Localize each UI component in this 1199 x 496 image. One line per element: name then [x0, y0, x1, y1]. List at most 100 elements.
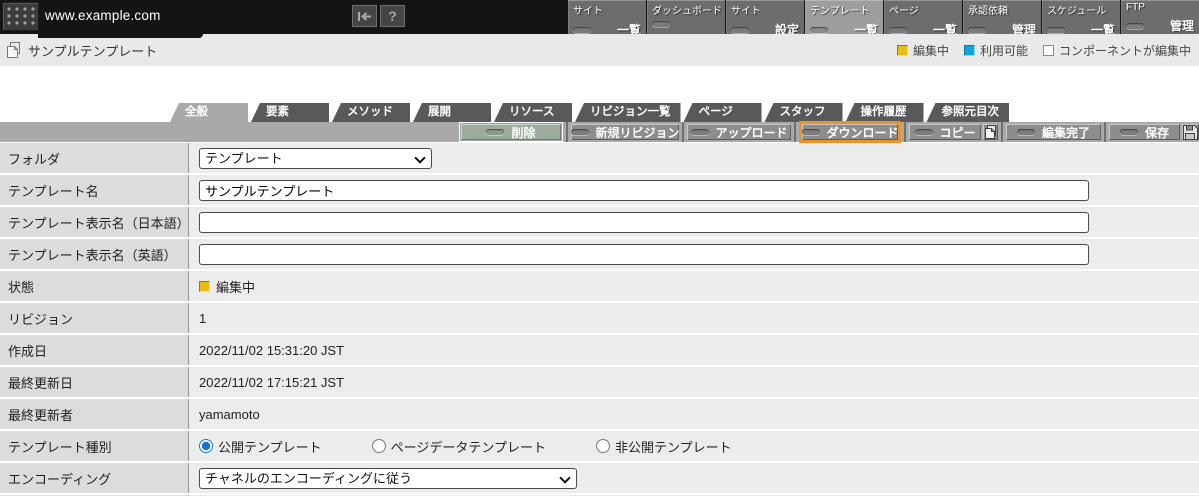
form-row-created: 作成日 2022/11/02 15:31:20 JST — [0, 335, 1199, 365]
form-row-template-type: テンプレート種別 公開テンプレート ページデータテンプレート 非公開テンプレート — [0, 431, 1199, 461]
private-template-radio[interactable] — [595, 439, 610, 453]
component-editing-status-swatch — [1042, 44, 1054, 56]
form-row-status: 状態 編集中 — [0, 271, 1199, 301]
action-toolbar: 削除 新規リビジョン アップロード ダウンロード コピー 編集完了 保存 — [0, 121, 1199, 143]
back-arrow-icon — [358, 11, 371, 21]
nav-ftp-management[interactable]: FTP 管理 — [1121, 0, 1199, 34]
toolbar-separator — [904, 122, 906, 142]
nav-dashboard[interactable]: ダッシュボード — [647, 0, 725, 34]
topbar-tab-shape — [38, 34, 203, 38]
template-name-label: テンプレート名 — [0, 175, 189, 205]
help-button[interactable]: ? — [380, 5, 405, 27]
tab-pages[interactable]: ページ — [683, 103, 762, 122]
status-editing-swatch — [199, 280, 210, 292]
radio-option-public-template[interactable]: 公開テンプレート — [199, 437, 322, 456]
delete-button-frame: 削除 — [459, 122, 563, 142]
form-row-updated: 最終更新日 2022/11/02 17:15:21 JST — [0, 367, 1199, 397]
app-grid-menu-button[interactable] — [2, 2, 39, 31]
toolbar-separator — [1104, 122, 1107, 142]
tab-revision-list[interactable]: リビジョン一覧 — [575, 103, 681, 122]
revision-value: 1 — [199, 310, 207, 326]
tab-reference-index[interactable]: 参照元目次 — [926, 103, 1009, 122]
template-type-label: テンプレート種別 — [0, 431, 189, 461]
toolbar-separator — [566, 122, 568, 142]
created-value: 2022/11/02 15:31:20 JST — [199, 342, 345, 358]
radio-option-private-template[interactable]: 非公開テンプレート — [595, 437, 732, 456]
legend-component-editing: コンポーネントが編集中 — [1042, 42, 1191, 59]
status-legend: 編集中 利用可能 コンポーネントが編集中 — [896, 42, 1191, 59]
button-pill-icon — [486, 129, 505, 135]
folder-select[interactable]: テンプレート — [199, 147, 432, 169]
nav-site-list[interactable]: サイト 一覧 — [568, 0, 646, 34]
template-name-input[interactable] — [199, 179, 1089, 201]
tab-staff[interactable]: スタッフ — [764, 103, 843, 122]
created-label: 作成日 — [0, 335, 189, 365]
edit-complete-button[interactable]: 編集完了 — [1006, 124, 1102, 140]
display-name-ja-input[interactable] — [199, 211, 1089, 233]
nav-pill-icon — [810, 26, 828, 33]
nav-pill-icon — [968, 26, 986, 33]
tab-expansion[interactable]: 展開 — [413, 103, 491, 122]
updated-value: 2022/11/02 17:15:21 JST — [199, 374, 345, 390]
tab-general[interactable]: 全般 — [170, 103, 248, 122]
nav-pill-icon — [731, 26, 749, 33]
nav-schedule-list[interactable]: スケジュール 一覧 — [1042, 0, 1120, 34]
site-domain-label: www.example.com — [45, 8, 161, 23]
main-nav: サイト 一覧 ダッシュボード サイト 設定 テンプレート 一覧 ページ 一覧 承… — [567, 0, 1199, 34]
page-title-text: サンプルテンプレート — [28, 43, 158, 59]
pagedata-template-radio[interactable] — [371, 439, 386, 453]
upload-button[interactable]: アップロード — [687, 124, 791, 140]
form-row-revision: リビジョン 1 — [0, 303, 1199, 333]
tab-methods[interactable]: メソッド — [332, 103, 410, 122]
folder-label: フォルダ — [0, 143, 189, 173]
button-pill-icon — [570, 129, 589, 135]
encoding-select[interactable]: チャネルのエンコーディングに従う — [199, 467, 577, 489]
nav-pill-icon — [573, 26, 591, 33]
grid-dots-icon — [7, 7, 35, 27]
status-value: 編集中 — [216, 279, 256, 295]
template-general-form: フォルダ テンプレート テンプレート名 テンプレート表示名（日本語） テンプレー… — [0, 143, 1199, 496]
form-row-display-name-ja: テンプレート表示名（日本語） — [0, 207, 1199, 237]
delete-button[interactable]: 削除 — [461, 124, 561, 140]
tab-operation-history[interactable]: 操作履歴 — [845, 103, 924, 122]
nav-pill-icon — [1126, 22, 1144, 29]
nav-page-list[interactable]: ページ 一覧 — [884, 0, 962, 34]
nav-approval-management[interactable]: 承認依頼 管理 — [963, 0, 1041, 34]
copy-button[interactable]: コピー — [909, 124, 981, 140]
radio-option-pagedata-template[interactable]: ページデータテンプレート — [371, 437, 546, 456]
download-button-highlight: ダウンロード — [799, 121, 901, 143]
back-button[interactable] — [352, 5, 377, 27]
form-row-updated-by: 最終更新者 yamamoto — [0, 399, 1199, 429]
copy-icon-button[interactable] — [983, 124, 998, 140]
legend-available: 利用可能 — [963, 42, 1028, 59]
display-name-en-input[interactable] — [199, 243, 1089, 265]
new-revision-button[interactable]: 新規リビジョン — [570, 124, 680, 140]
nav-template-list[interactable]: テンプレート 一覧 — [805, 0, 883, 34]
display-name-ja-label: テンプレート表示名（日本語） — [0, 207, 190, 237]
updated-by-value: yamamoto — [199, 406, 260, 422]
button-pill-icon — [1120, 129, 1139, 135]
revision-label: リビジョン — [0, 303, 189, 333]
form-row-folder: フォルダ テンプレート — [0, 143, 1199, 173]
display-name-en-label: テンプレート表示名（英語） — [0, 239, 189, 269]
legend-editing: 編集中 — [896, 42, 949, 59]
tab-resources[interactable]: リソース — [494, 103, 572, 122]
editing-status-swatch — [896, 44, 908, 56]
floppy-disk-icon — [1183, 124, 1199, 140]
button-pill-icon — [914, 129, 933, 135]
nav-site-settings[interactable]: サイト 設定 — [726, 0, 804, 34]
toolbar-separator — [1001, 122, 1003, 142]
save-button[interactable]: 保存 — [1109, 124, 1181, 140]
download-button[interactable]: ダウンロード — [801, 124, 899, 140]
form-row-template-name: テンプレート名 — [0, 175, 1199, 205]
tab-elements[interactable]: 要素 — [251, 103, 329, 122]
status-label: 状態 — [0, 271, 189, 301]
save-icon-button[interactable] — [1182, 124, 1199, 140]
available-status-swatch — [963, 44, 975, 56]
nav-pill-icon — [652, 21, 670, 27]
toolbar-separator — [794, 122, 796, 142]
nav-pill-icon — [1047, 26, 1065, 33]
updated-label: 最終更新日 — [0, 367, 189, 397]
public-template-radio[interactable] — [199, 439, 213, 453]
form-row-encoding: エンコーディング チャネルのエンコーディングに従う — [0, 463, 1199, 493]
